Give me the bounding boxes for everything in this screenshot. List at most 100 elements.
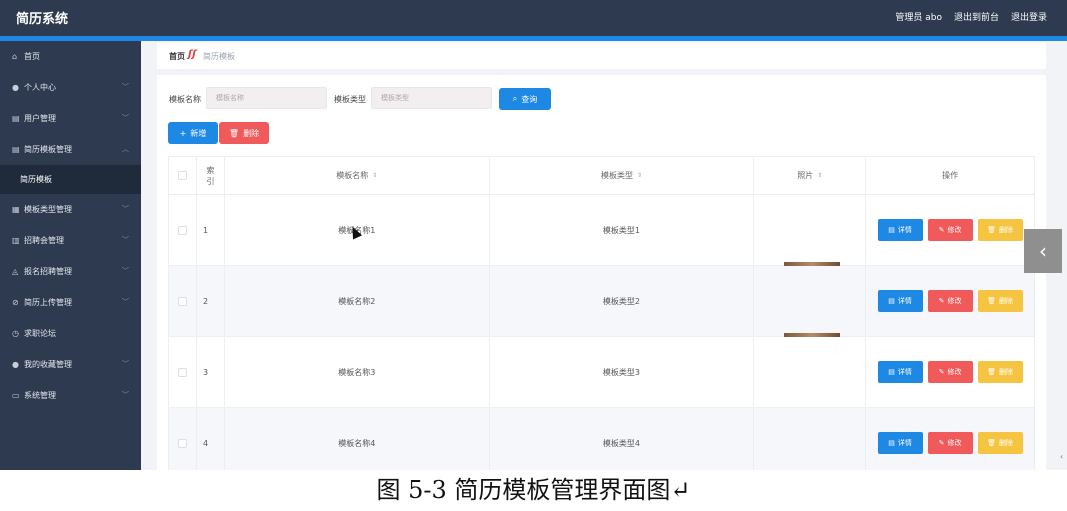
row-name: 模板名称4 xyxy=(225,408,490,470)
app-screenshot: 简历系统 管理员 abo 退出到前台 退出登录 ⌂ 首页 ● 个人中心 ﹀ ▤ 用户管理 ﹀ ▤… xyxy=(0,0,1067,470)
row-checkbox[interactable] xyxy=(177,296,187,306)
row-checkbox[interactable] xyxy=(177,225,187,235)
sidebar-item-10[interactable]: ● 我的收藏管理 ﹀ xyxy=(0,349,141,380)
fair-icon: ▥ xyxy=(12,236,20,245)
edit-button[interactable]: ✎ 修改 xyxy=(927,219,973,241)
row-checkbox[interactable] xyxy=(177,438,187,448)
collapse-tab[interactable]: ‹ xyxy=(1024,229,1062,273)
sort-icon[interactable]: ⇕ xyxy=(637,172,642,179)
table-header-row: 索引 模板名称 ⇕ 模板类型 ⇕ 照片 ⇕ 操作 xyxy=(169,157,1035,195)
forum-icon: ◷ xyxy=(12,329,19,338)
sort-icon[interactable]: ⇕ xyxy=(817,172,822,179)
sidebar-item-9[interactable]: ◷ 求职论坛 xyxy=(0,318,141,349)
sidebar-item-7[interactable]: ◬ 报名招聘管理 ﹀ xyxy=(0,256,141,287)
top-header: 简历系统 管理员 abo 退出到前台 退出登录 xyxy=(0,0,1067,36)
row-ops-cell: ▤ 详情 ✎ 修改 🗑 删除 xyxy=(866,195,1035,265)
detail-button[interactable]: ▤ 详情 xyxy=(877,432,923,454)
sidebar-item-5[interactable]: ▦ 模板类型管理 ﹀ xyxy=(0,194,141,225)
edit-button[interactable]: ✎ 修改 xyxy=(927,361,973,383)
detail-button[interactable]: ▤ 详情 xyxy=(877,219,923,241)
chevron-down-icon: ﹀ xyxy=(122,236,129,244)
detail-button[interactable]: ▤ 详情 xyxy=(877,290,923,312)
header-index-cell: 索引 xyxy=(197,157,225,194)
detail-button[interactable]: ▤ 详情 xyxy=(877,361,923,383)
template-photo-thumbnail[interactable] xyxy=(784,262,841,266)
logout-link[interactable]: 退出登录 xyxy=(1011,10,1047,23)
sidebar-item-11[interactable]: ▭ 系统管理 ﹀ xyxy=(0,380,141,411)
admin-user-label[interactable]: 管理员 abo xyxy=(895,10,942,23)
edge-arrow-icon: ‹ xyxy=(1060,452,1064,461)
header-photo-cell[interactable]: 照片 ⇕ xyxy=(754,157,867,194)
home-icon: ⌂ xyxy=(12,52,18,61)
sidebar-item-0[interactable]: ⌂ 首页 xyxy=(0,41,141,72)
document-icon: ▤ xyxy=(888,439,895,447)
row-type: 模板类型2 xyxy=(490,266,755,336)
chevron-down-icon: ﹀ xyxy=(122,205,129,213)
edit-button[interactable]: ✎ 修改 xyxy=(927,432,973,454)
user-icon: ● xyxy=(12,83,19,92)
chevron-left-icon: ‹ xyxy=(1039,239,1047,263)
name-filter-input[interactable]: 模板名称 xyxy=(206,87,327,109)
row-index: 1 xyxy=(197,195,225,265)
upload-icon: ⊘ xyxy=(12,298,19,307)
header-actions: 管理员 abo 退出到前台 退出登录 xyxy=(895,10,1047,23)
chevron-up-icon: ︿ xyxy=(122,145,129,153)
row-index: 4 xyxy=(197,408,225,470)
row-checkbox[interactable] xyxy=(177,367,187,377)
sidebar-item-label: 模板类型管理 xyxy=(24,205,72,214)
trash-icon: 🗑 xyxy=(987,226,997,234)
pencil-icon: ✎ xyxy=(938,439,945,447)
row-photo-cell xyxy=(754,195,867,265)
delete-button[interactable]: 🗑 删除 xyxy=(977,219,1023,241)
type-filter-input[interactable]: 模板类型 xyxy=(371,87,492,109)
figure-caption: 图 5-3 简历模板管理界面图↵ xyxy=(376,476,691,504)
select-all-checkbox[interactable] xyxy=(177,171,187,180)
row-checkbox-cell xyxy=(169,408,197,470)
breadcrumb: 首页 ʃʃ 简历模板 xyxy=(157,43,1046,69)
document-icon: ▤ xyxy=(888,297,895,305)
document-icon: ▤ xyxy=(888,368,895,376)
sidebar: ⌂ 首页 ● 个人中心 ﹀ ▤ 用户管理 ﹀ ▤ 简历模板管理 ︿ 简历模板 ▦ 模板类型管理 ﹀ ▥ 招聘会管… xyxy=(0,41,141,470)
delete-button[interactable]: 🗑 删除 xyxy=(977,290,1023,312)
template-photo-thumbnail[interactable] xyxy=(784,333,841,337)
chevron-down-icon: ﹀ xyxy=(122,391,129,399)
breadcrumb-home[interactable]: 首页 xyxy=(169,51,185,62)
sidebar-item-label: 用户管理 xyxy=(24,114,56,123)
delete-button[interactable]: 🗑 删除 xyxy=(977,361,1023,383)
sidebar-item-8[interactable]: ⊘ 简历上传管理 ﹀ xyxy=(0,287,141,318)
trash-icon: 🗑 xyxy=(987,368,997,376)
sidebar-item-label: 简历上传管理 xyxy=(24,298,72,307)
header-name-cell[interactable]: 模板名称 ⇕ xyxy=(225,157,490,194)
sidebar-subitem-templates[interactable]: 简历模板 xyxy=(0,165,141,194)
template-icon: ▤ xyxy=(12,145,20,154)
sidebar-item-2[interactable]: ▤ 用户管理 ﹀ xyxy=(0,103,141,134)
table-row: 1 模板名称1 模板类型1 ▤ 详情 ✎ 修改 🗑 删除 xyxy=(169,195,1035,266)
sidebar-item-label: 求职论坛 xyxy=(24,329,56,338)
sidebar-item-label: 首页 xyxy=(24,52,40,61)
table-row: 3 模板名称3 模板类型3 ▤ 详情 ✎ 修改 🗑 删除 xyxy=(169,333,1035,408)
type-filter-label: 模板类型 xyxy=(334,95,366,104)
chevron-down-icon: ﹀ xyxy=(122,83,129,91)
row-photo-cell xyxy=(754,408,867,470)
query-button[interactable]: ⌕ 查询 xyxy=(499,88,551,110)
add-button[interactable]: + 新增 xyxy=(168,122,218,144)
sidebar-item-1[interactable]: ● 个人中心 ﹀ xyxy=(0,72,141,103)
breadcrumb-current: 简历模板 xyxy=(203,52,235,61)
delete-button[interactable]: 🗑 删除 xyxy=(977,432,1023,454)
app-title: 简历系统 xyxy=(16,12,69,27)
batch-delete-button[interactable]: 🗑 删除 xyxy=(219,122,269,144)
table-row: 2 模板名称2 模板类型2 ▤ 详情 ✎ 修改 🗑 删除 xyxy=(169,262,1035,337)
sort-icon[interactable]: ⇕ xyxy=(372,172,377,179)
document-icon: ▤ xyxy=(888,226,895,234)
sidebar-item-6[interactable]: ▥ 招聘会管理 ﹀ xyxy=(0,225,141,256)
search-icon: ⌕ xyxy=(512,94,518,103)
sidebar-item-label: 报名招聘管理 xyxy=(24,267,72,276)
row-photo-cell xyxy=(754,262,867,336)
exit-to-frontend-link[interactable]: 退出到前台 xyxy=(954,10,999,23)
template-table: 索引 模板名称 ⇕ 模板类型 ⇕ 照片 ⇕ 操作 1 模板名称1 模板类型1 ▤ 详情 ✎ 修改 🗑… xyxy=(168,156,1035,470)
header-type-cell[interactable]: 模板类型 ⇕ xyxy=(490,157,755,194)
name-filter-label: 模板名称 xyxy=(169,95,201,104)
chevron-down-icon: ﹀ xyxy=(122,267,129,275)
sidebar-item-3[interactable]: ▤ 简历模板管理 ︿ xyxy=(0,134,141,165)
edit-button[interactable]: ✎ 修改 xyxy=(927,290,973,312)
